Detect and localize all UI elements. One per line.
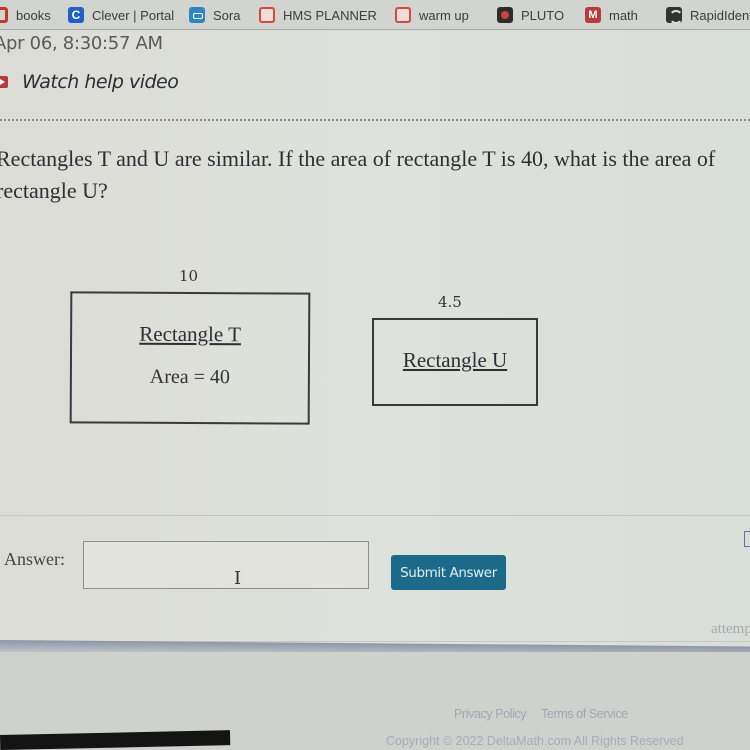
video-play-icon: [0, 76, 8, 88]
bookmark-label: books: [16, 7, 51, 23]
planner-icon: [259, 7, 275, 23]
watch-help-video-link[interactable]: Watch help video: [0, 71, 179, 93]
answer-input[interactable]: [83, 541, 369, 589]
sora-icon: [189, 7, 205, 23]
bookmark-pluto[interactable]: PLUTO: [497, 7, 564, 23]
pluto-icon: [497, 7, 513, 23]
terms-of-service-link[interactable]: Terms of Service: [541, 707, 628, 721]
dotted-divider: [0, 119, 750, 121]
question-line-1: Rectangles T and U are similar. If the a…: [0, 146, 716, 171]
bookmark-label: warm up: [419, 7, 469, 23]
bookmark-sora[interactable]: Sora: [189, 7, 240, 23]
bookmark-math[interactable]: M math: [585, 7, 638, 23]
question-text: Rectangles T and U are similar. If the a…: [0, 143, 750, 207]
rectangle-u: Rectangle U: [372, 318, 538, 406]
rectangle-t: Rectangle T Area = 40: [69, 291, 311, 425]
copyright-text: Copyright © 2022 DeltaMath.com All Right…: [386, 734, 684, 748]
question-line-2: rectangle U?: [0, 178, 108, 203]
rect-u-side-label: 4.5: [438, 293, 462, 311]
math-icon: M: [585, 7, 601, 23]
bookmark-label: RapidIdentity: [690, 7, 750, 23]
bookmark-label: PLUTO: [521, 7, 565, 23]
problem-page: Apr 06, 8:30:57 AM Watch help video Rect…: [0, 31, 750, 651]
attempts-text: attempts: [711, 621, 750, 637]
rapididentity-icon: [666, 7, 683, 24]
divider: [0, 515, 750, 516]
bookmark-label: math: [609, 7, 638, 23]
rectangle-u-label: Rectangle U: [402, 348, 508, 372]
submit-answer-button[interactable]: Submit Answer: [391, 555, 506, 590]
bookmark-label: Sora: [213, 7, 241, 23]
answer-label: Answer:: [4, 549, 65, 569]
bookmark-label: Clever | Portal: [92, 7, 175, 23]
text-cursor-icon: I: [234, 568, 242, 589]
footer-links: Privacy Policy Terms of Service: [454, 707, 640, 721]
clever-icon: C: [68, 7, 84, 23]
bookmark-label: HMS PLANNER: [283, 7, 377, 23]
warm-up-icon: [395, 7, 411, 23]
bookmark-rapididentity[interactable]: RapidIdentity: [666, 7, 750, 24]
bookmark-warm-up[interactable]: warm up: [395, 7, 469, 23]
bookmark-clever-portal[interactable]: C Clever | Portal: [68, 7, 174, 23]
bookmarks-bar: books C Clever | Portal Sora HMS PLANNER…: [0, 0, 750, 30]
books-icon: [0, 7, 8, 23]
privacy-policy-link[interactable]: Privacy Policy: [454, 707, 527, 721]
help-video-label: Watch help video: [22, 71, 179, 93]
rect-t-side-label: 10: [179, 267, 199, 285]
rectangle-t-area: Area = 40: [149, 365, 231, 389]
bookmark-hms-planner[interactable]: HMS PLANNER: [259, 7, 377, 23]
timestamp: Apr 06, 8:30:57 AM: [0, 33, 163, 54]
rectangle-t-label: Rectangle T: [139, 321, 242, 347]
side-toggle-icon[interactable]: [744, 531, 750, 547]
bookmark-books[interactable]: books: [0, 7, 51, 23]
